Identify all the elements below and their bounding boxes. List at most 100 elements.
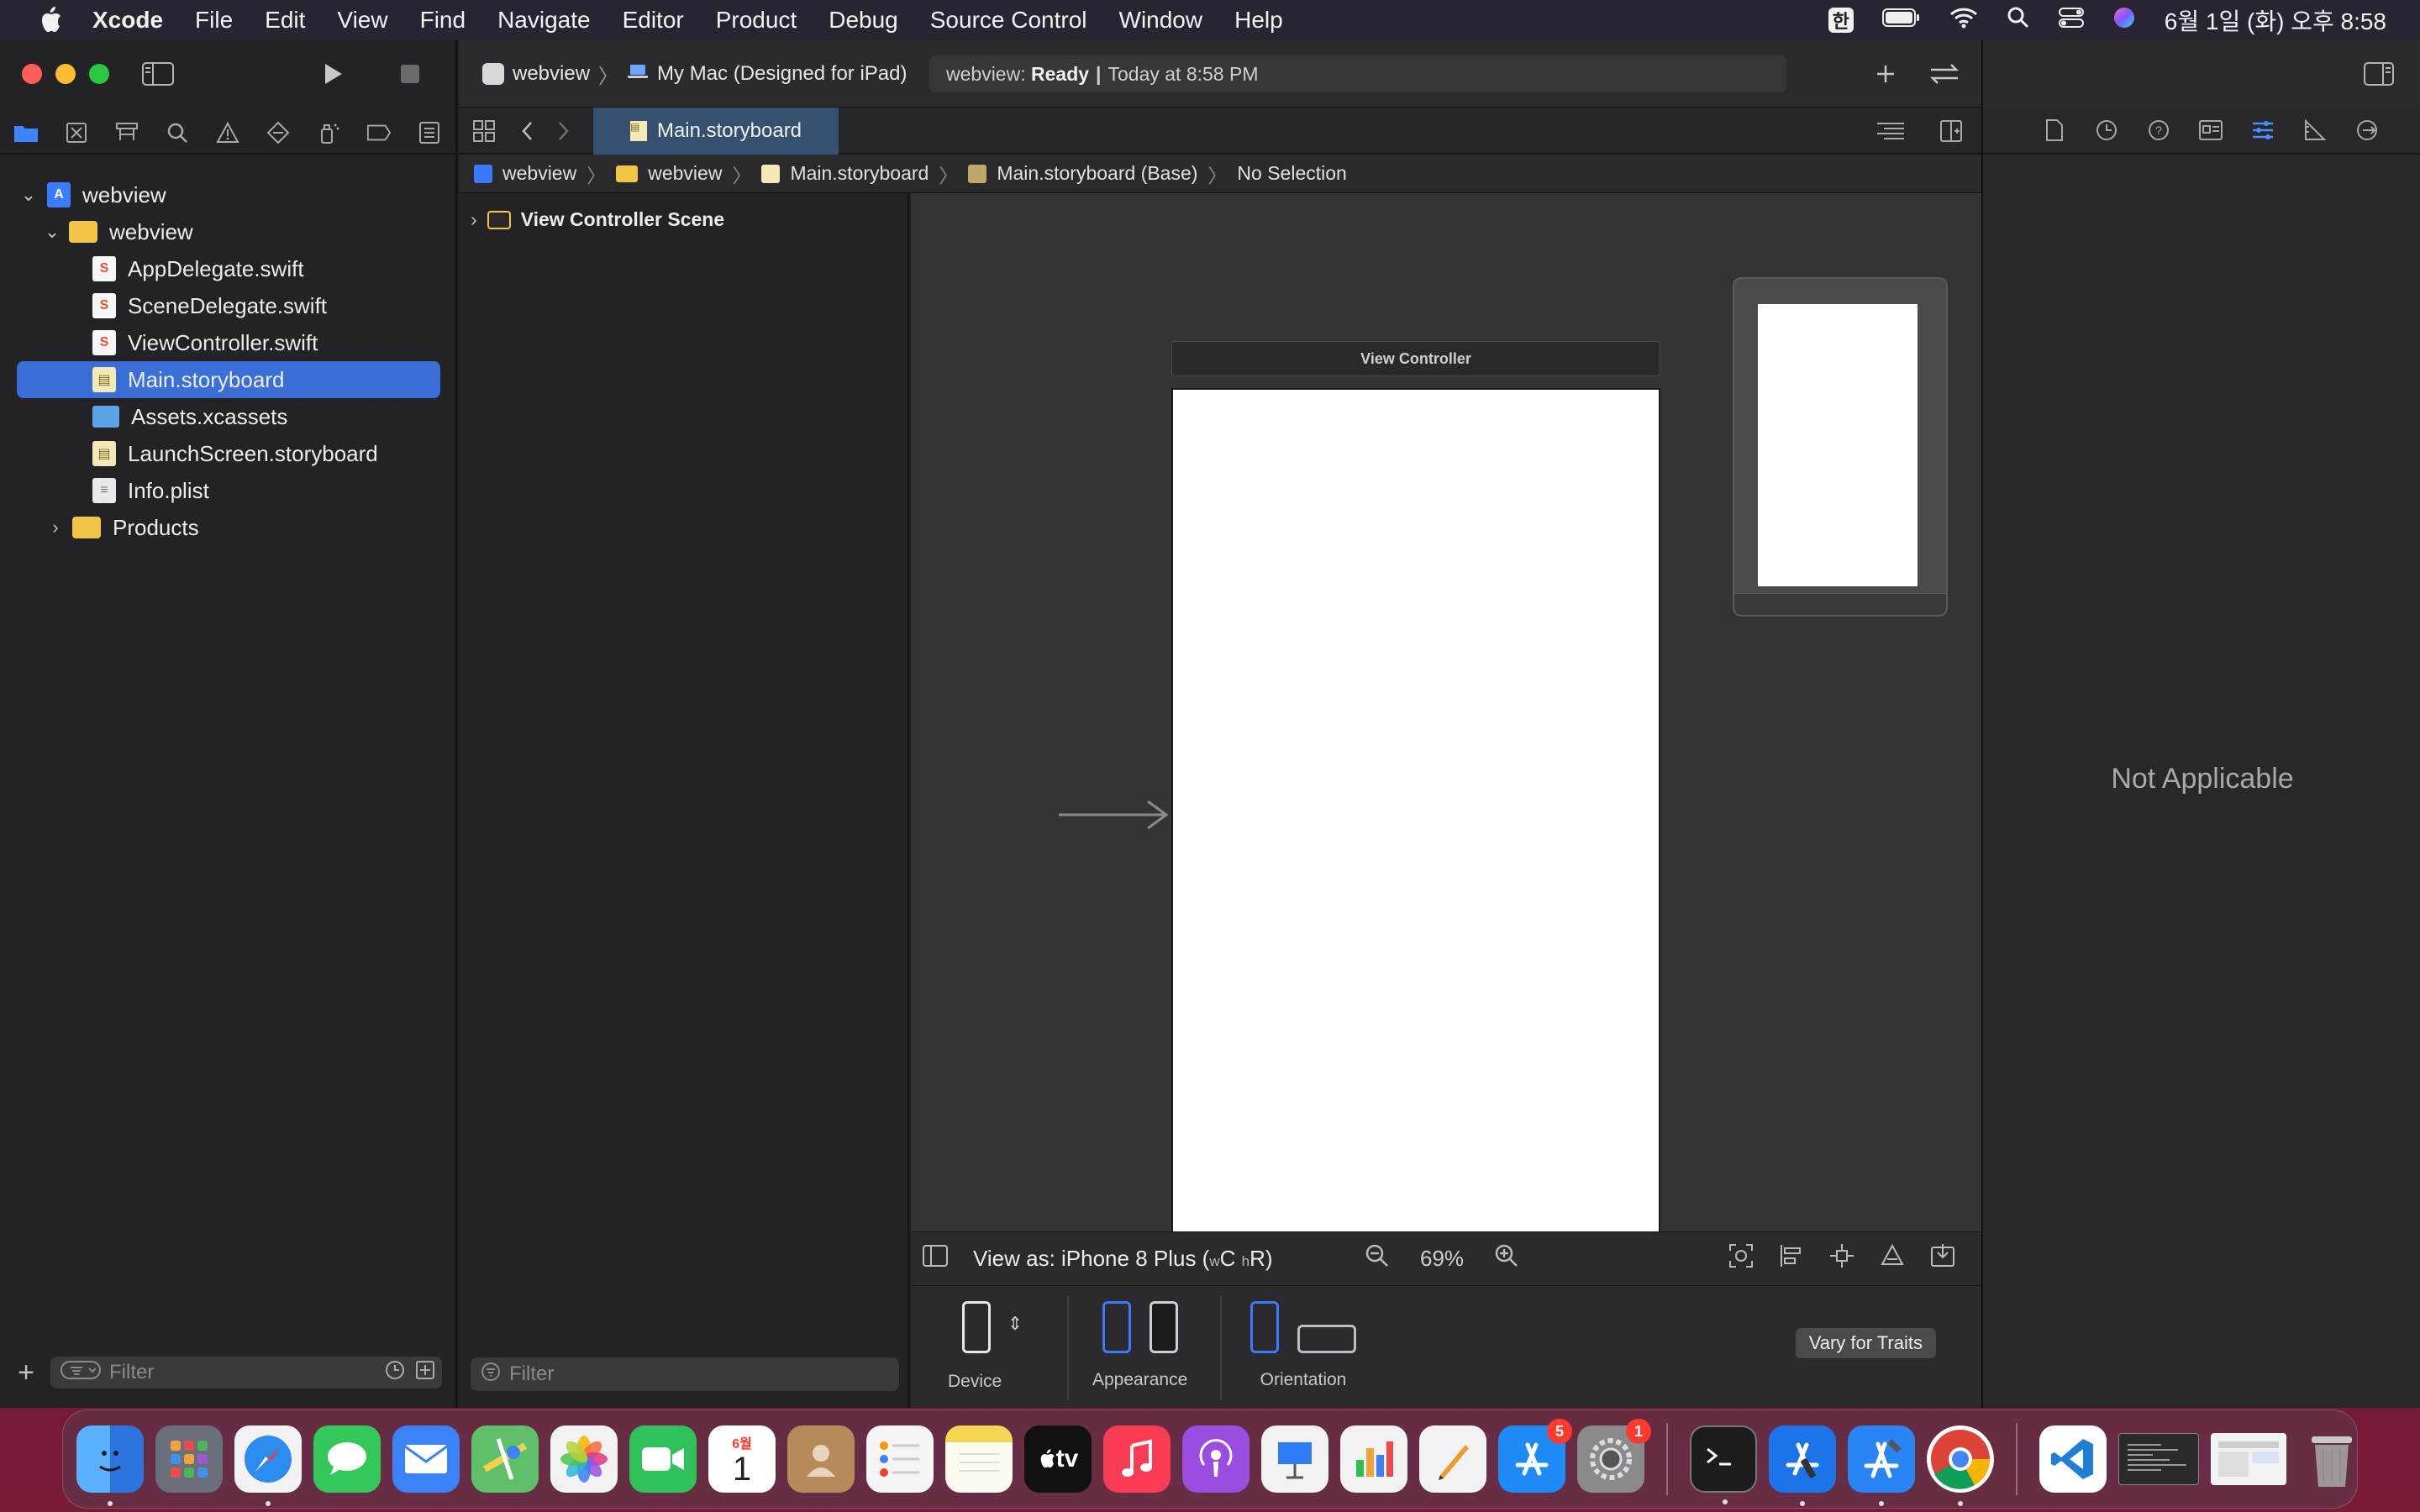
dock-trash-icon[interactable] — [2298, 1425, 2365, 1493]
tree-row-group-webview[interactable]: ⌄ webview — [0, 213, 457, 250]
menu-find[interactable]: Find — [420, 7, 466, 34]
dock-app-safari[interactable] — [234, 1425, 302, 1506]
menu-app-xcode[interactable]: Xcode — [92, 7, 163, 34]
tree-row-appdelegate[interactable]: S AppDelegate.swift — [0, 250, 457, 287]
zoom-out-icon[interactable] — [1365, 1243, 1390, 1274]
editor-options-lines-icon[interactable] — [1874, 118, 1907, 144]
control-center-icon[interactable] — [2058, 7, 2084, 34]
input-method-icon[interactable]: 한 — [1828, 8, 1854, 33]
disclosure-closed-icon[interactable]: › — [471, 208, 477, 231]
navigator-filter-field[interactable]: Filter — [50, 1357, 442, 1389]
spotlight-search-icon[interactable] — [2007, 6, 2030, 35]
dock-app-maps[interactable] — [471, 1425, 539, 1493]
zoom-in-icon[interactable] — [1494, 1243, 1519, 1274]
dock-minimized-window-terminal[interactable] — [2118, 1433, 2199, 1485]
dark-appearance-phone-icon[interactable] — [1149, 1301, 1178, 1353]
storyboard-canvas[interactable]: View Controller — [911, 193, 1981, 1250]
tree-row-infoplist[interactable]: ≡ Info.plist — [0, 472, 457, 509]
dock-app-terminal[interactable] — [1690, 1425, 1757, 1504]
dock-minimized-window-preview[interactable] — [2211, 1433, 2286, 1485]
tree-row-assets[interactable]: Assets.xcassets — [0, 398, 457, 435]
resolve-issues-icon[interactable] — [1879, 1242, 1906, 1275]
scm-status-icon[interactable] — [415, 1360, 435, 1386]
add-constraints-icon[interactable] — [1828, 1242, 1855, 1275]
dock-app-notes[interactable] — [945, 1425, 1013, 1493]
disclosure-closed-icon[interactable]: › — [45, 517, 66, 538]
dock-app-xcode[interactable] — [1848, 1425, 1915, 1506]
symbol-navigator-tab-icon[interactable] — [114, 120, 139, 145]
view-controller-scene-dock[interactable]: View Controller — [1171, 341, 1660, 376]
embed-in-icon[interactable] — [1929, 1242, 1956, 1275]
dock-app-photos[interactable] — [550, 1425, 618, 1493]
filter-options-icon[interactable] — [60, 1360, 101, 1386]
menu-editor[interactable]: Editor — [623, 7, 684, 34]
jumpbar-group[interactable]: webview — [648, 162, 722, 185]
dock-app-facetime[interactable] — [629, 1425, 697, 1493]
dock-app-app-store[interactable]: 5 — [1498, 1419, 1572, 1493]
history-inspector-clock-icon[interactable] — [2094, 118, 2119, 143]
toggle-document-outline-icon[interactable] — [923, 1245, 948, 1273]
identity-inspector-icon[interactable] — [2198, 118, 2223, 143]
tree-row-main-storyboard[interactable]: ▤ Main.storyboard — [17, 361, 440, 398]
code-review-arrows-icon[interactable] — [1926, 59, 1963, 89]
dock-app-messages[interactable] — [313, 1425, 381, 1493]
zoom-window-button[interactable] — [89, 64, 109, 84]
tree-row-scenedelegate[interactable]: S SceneDelegate.swift — [0, 287, 457, 324]
debug-navigator-spray-icon[interactable] — [316, 120, 341, 145]
go-forward-chevron-icon[interactable] — [551, 118, 576, 144]
view-controller-root-view[interactable] — [1171, 388, 1660, 1250]
file-inspector-icon[interactable] — [2042, 118, 2067, 143]
dock-app-instruments[interactable] — [1769, 1425, 1836, 1506]
minimize-window-button[interactable] — [55, 64, 76, 84]
zoom-level[interactable]: 69% — [1420, 1246, 1464, 1272]
update-frames-icon[interactable] — [1728, 1242, 1754, 1275]
dock-app-finder[interactable] — [76, 1425, 144, 1506]
align-icon[interactable] — [1778, 1242, 1805, 1275]
library-plus-icon[interactable] — [1870, 59, 1901, 89]
outline-filter-field[interactable]: Filter — [471, 1357, 899, 1391]
tree-row-launchscreen[interactable]: ▤ LaunchScreen.storyboard — [0, 435, 457, 472]
dock-app-system-preferences[interactable]: 1 — [1577, 1419, 1651, 1493]
menu-view[interactable]: View — [337, 7, 387, 34]
close-window-button[interactable] — [22, 64, 42, 84]
vary-for-traits-button[interactable]: Vary for Traits — [1795, 1328, 1936, 1358]
issue-navigator-warning-icon[interactable] — [215, 120, 240, 145]
menu-product[interactable]: Product — [716, 7, 797, 34]
dock-app-mail[interactable] — [392, 1425, 460, 1493]
dock-app-contacts[interactable] — [787, 1425, 855, 1493]
toggle-inspector-icon[interactable] — [2363, 60, 2395, 87]
tree-row-project[interactable]: ⌄ A webview — [0, 176, 457, 213]
jumpbar-base[interactable]: Main.storyboard (Base) — [997, 162, 1197, 185]
dock-app-reminders[interactable] — [866, 1425, 934, 1493]
menu-help[interactable]: Help — [1234, 7, 1283, 34]
menu-window[interactable]: Window — [1119, 7, 1203, 34]
toggle-navigator-icon[interactable] — [141, 59, 175, 89]
dock-app-tv[interactable]: tv — [1024, 1425, 1092, 1493]
battery-icon[interactable] — [1881, 7, 1921, 34]
find-navigator-search-icon[interactable] — [165, 120, 190, 145]
light-appearance-phone-icon[interactable] — [1102, 1301, 1131, 1353]
size-inspector-ruler-icon[interactable] — [2302, 118, 2328, 143]
related-items-grid-icon[interactable] — [471, 118, 497, 144]
disclosure-open-icon[interactable]: ⌄ — [42, 221, 62, 243]
recent-files-clock-icon[interactable] — [385, 1360, 405, 1386]
jumpbar-file[interactable]: Main.storyboard — [790, 162, 929, 185]
menubar-clock[interactable]: 6월 1일 (화) 오후 8:58 — [2165, 3, 2386, 37]
tree-row-viewcontroller[interactable]: S ViewController.swift — [0, 324, 457, 361]
source-control-tab-icon[interactable] — [64, 120, 89, 145]
attributes-inspector-sliders-icon[interactable] — [2250, 118, 2275, 143]
menu-navigate[interactable]: Navigate — [497, 7, 591, 34]
dock-app-chrome[interactable] — [1927, 1425, 1994, 1506]
dock-app-podcasts[interactable] — [1182, 1425, 1249, 1493]
project-navigator-tab-folder-icon[interactable] — [13, 120, 39, 145]
run-play-icon[interactable] — [318, 59, 348, 89]
disclosure-open-icon[interactable]: ⌄ — [18, 184, 39, 206]
menu-edit[interactable]: Edit — [265, 7, 305, 34]
breakpoint-navigator-icon[interactable] — [366, 120, 392, 145]
menu-source-control[interactable]: Source Control — [930, 7, 1087, 34]
dock-app-calendar[interactable]: 6월 1 — [708, 1425, 776, 1493]
dock-app-launchpad[interactable] — [155, 1425, 223, 1493]
dock-app-vscode[interactable] — [2039, 1425, 2107, 1493]
apple-menu-icon[interactable] — [34, 3, 67, 37]
dock-app-numbers[interactable] — [1340, 1425, 1407, 1493]
